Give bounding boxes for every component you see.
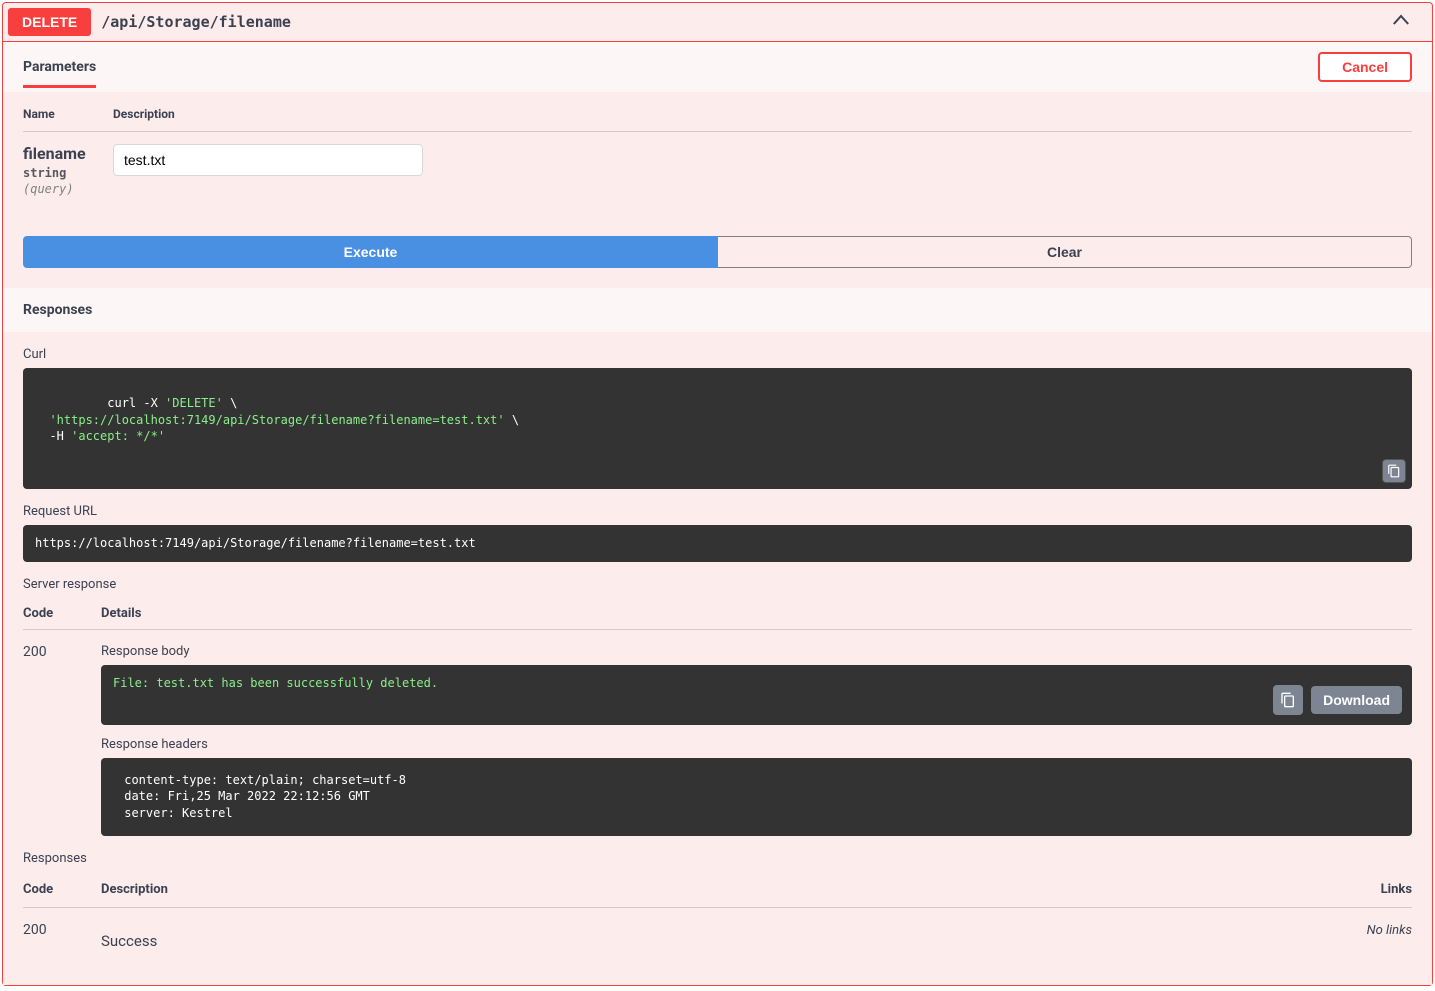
execute-row: Execute Clear [3,216,1432,288]
server-response-row: 200 Response body File: test.txt has bee… [23,630,1412,836]
param-type: string [23,163,113,182]
doc-response-code: 200 [23,922,101,950]
response-headers-label: Response headers [101,737,1412,752]
response-body-label: Response body [101,644,1412,659]
param-value-input[interactable] [113,144,423,176]
operation-summary[interactable]: DELETE /api/Storage/filename [3,3,1432,42]
details-col-header: Details [101,606,1412,621]
parameters-table: Name Description filename string (query) [3,92,1432,216]
operation-block: DELETE /api/Storage/filename Parameters … [2,2,1433,986]
method-badge: DELETE [8,8,91,36]
parameters-tab[interactable]: Parameters [23,59,96,88]
cancel-button[interactable]: Cancel [1318,52,1412,82]
links-col-header: Links [1332,882,1412,897]
operation-body: Parameters Cancel Name Description filen… [3,42,1432,985]
responses-section: Responses Curl curl -X 'DELETE' \ 'https… [3,288,1432,985]
request-url-label: Request URL [23,504,1412,519]
endpoint-path: /api/Storage/filename [91,13,1375,31]
copy-icon[interactable] [1273,685,1303,715]
doc-response-description: Success [101,922,1332,950]
documented-response-row: 200 Success No links [23,908,1412,970]
response-headers-block: content-type: text/plain; charset=utf-8 … [101,758,1412,836]
parameters-header: Parameters Cancel [3,42,1432,92]
curl-content: curl -X 'DELETE' \ 'https://localhost:71… [35,396,519,444]
param-name: filename [23,144,113,163]
copy-icon[interactable] [1382,459,1406,483]
request-url-value: https://localhost:7149/api/Storage/filen… [23,525,1412,562]
curl-label: Curl [23,347,1412,362]
code-col-header2: Code [23,882,101,897]
server-response-label: Server response [23,577,1412,592]
response-body-block: File: test.txt has been successfully del… [101,665,1412,725]
param-location: (query) [23,182,113,196]
doc-response-links: No links [1367,923,1412,938]
col-header-name: Name [23,107,113,121]
code-col-header: Code [23,606,101,621]
responses-header: Responses [3,288,1432,332]
execute-button[interactable]: Execute [23,236,718,268]
description-col-header: Description [101,882,1332,897]
responses-list-label: Responses [23,851,1412,866]
response-code: 200 [23,644,101,836]
response-body-text: File: test.txt has been successfully del… [113,676,438,690]
clear-button[interactable]: Clear [718,236,1412,268]
parameter-row: filename string (query) [23,132,1412,196]
col-header-description: Description [113,107,1412,121]
chevron-up-icon[interactable] [1375,9,1427,35]
download-button[interactable]: Download [1311,686,1402,714]
curl-code: curl -X 'DELETE' \ 'https://localhost:71… [23,368,1412,489]
